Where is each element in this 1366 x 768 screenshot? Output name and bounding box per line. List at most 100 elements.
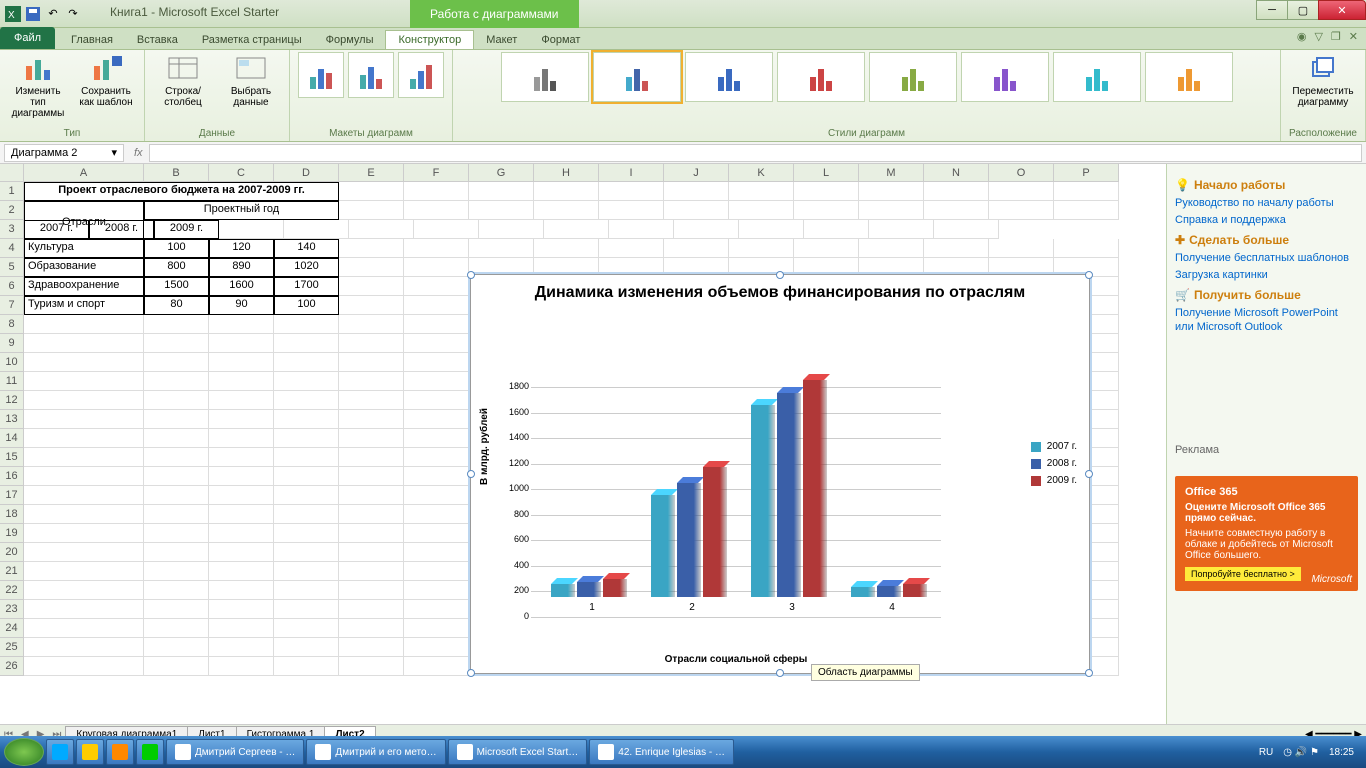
row-header[interactable]: 6 — [0, 277, 23, 296]
cell[interactable] — [339, 353, 404, 372]
row-header[interactable]: 2 — [0, 201, 23, 220]
cell[interactable] — [274, 391, 339, 410]
row-header[interactable]: 20 — [0, 543, 23, 562]
column-header[interactable]: M — [859, 164, 924, 181]
cell[interactable]: 1600 — [209, 277, 274, 296]
cell[interactable] — [404, 353, 469, 372]
row-header[interactable]: 22 — [0, 581, 23, 600]
tab-formulas[interactable]: Формулы — [314, 31, 386, 49]
cell[interactable] — [339, 372, 404, 391]
switch-row-col-button[interactable]: Строка/столбец — [153, 52, 213, 108]
cell[interactable] — [144, 448, 209, 467]
tab-design[interactable]: Конструктор — [385, 30, 474, 49]
row-header[interactable]: 3 — [0, 220, 23, 239]
cell[interactable] — [414, 220, 479, 239]
layout-option[interactable] — [298, 52, 344, 98]
side-link[interactable]: Справка и поддержка — [1175, 213, 1358, 227]
cell[interactable] — [404, 448, 469, 467]
cell[interactable] — [209, 372, 274, 391]
cell[interactable] — [24, 600, 144, 619]
cell[interactable] — [339, 600, 404, 619]
cell[interactable] — [609, 220, 674, 239]
cell[interactable] — [404, 201, 469, 220]
cell[interactable]: 80 — [144, 296, 209, 315]
cell[interactable] — [339, 429, 404, 448]
cell[interactable]: 140 — [274, 239, 339, 258]
cell[interactable] — [144, 543, 209, 562]
column-header[interactable]: B — [144, 164, 209, 181]
column-header[interactable]: E — [339, 164, 404, 181]
taskbar-pinned[interactable] — [76, 739, 104, 765]
cell[interactable] — [24, 543, 144, 562]
legend-item[interactable]: 2007 г. — [1031, 441, 1077, 452]
cell[interactable] — [534, 201, 599, 220]
cell[interactable] — [274, 353, 339, 372]
taskbar-item[interactable]: Дмитрий Сергеев - … — [166, 739, 304, 765]
close-workbook-icon[interactable]: ✕ — [1349, 30, 1358, 43]
bar[interactable] — [677, 477, 701, 597]
cell[interactable] — [24, 448, 144, 467]
cell[interactable] — [404, 315, 469, 334]
cell[interactable] — [339, 524, 404, 543]
cell[interactable] — [274, 467, 339, 486]
cell[interactable] — [284, 220, 349, 239]
cell[interactable] — [274, 429, 339, 448]
cell[interactable] — [729, 239, 794, 258]
taskbar-item[interactable]: 42. Enrique Iglesias - … — [589, 739, 734, 765]
cell[interactable] — [404, 562, 469, 581]
cell[interactable] — [599, 201, 664, 220]
cell[interactable] — [404, 391, 469, 410]
column-header[interactable]: J — [664, 164, 729, 181]
cell[interactable] — [144, 505, 209, 524]
cell[interactable] — [404, 296, 469, 315]
column-header[interactable]: H — [534, 164, 599, 181]
style-option[interactable] — [961, 52, 1049, 102]
cell[interactable] — [339, 505, 404, 524]
bar[interactable] — [577, 576, 601, 597]
cell[interactable] — [209, 410, 274, 429]
row-header[interactable]: 13 — [0, 410, 23, 429]
cell[interactable] — [209, 467, 274, 486]
cell[interactable] — [404, 581, 469, 600]
taskbar-item[interactable]: Microsoft Excel Start… — [448, 739, 588, 765]
tab-layout[interactable]: Макет — [474, 31, 529, 49]
tray-clock[interactable]: 18:25 — [1329, 747, 1354, 758]
column-header[interactable]: A — [24, 164, 144, 181]
cell[interactable] — [274, 619, 339, 638]
bar[interactable] — [703, 461, 727, 597]
cell[interactable] — [209, 619, 274, 638]
bar[interactable] — [751, 399, 775, 597]
cell[interactable] — [664, 201, 729, 220]
cell[interactable] — [349, 220, 414, 239]
bar[interactable] — [651, 489, 675, 597]
layout-option[interactable] — [348, 52, 394, 98]
cell[interactable] — [339, 543, 404, 562]
cell[interactable] — [274, 657, 339, 676]
cell[interactable] — [209, 505, 274, 524]
cell[interactable] — [339, 581, 404, 600]
row-header[interactable]: 17 — [0, 486, 23, 505]
row-header[interactable]: 16 — [0, 467, 23, 486]
cell[interactable] — [24, 467, 144, 486]
row-header[interactable]: 21 — [0, 562, 23, 581]
cell[interactable] — [274, 638, 339, 657]
cell[interactable] — [24, 391, 144, 410]
bar[interactable] — [851, 581, 875, 597]
cell[interactable] — [804, 220, 869, 239]
cell[interactable] — [469, 182, 534, 201]
cell[interactable] — [274, 315, 339, 334]
cell[interactable] — [339, 277, 404, 296]
cell[interactable] — [404, 410, 469, 429]
column-header[interactable]: L — [794, 164, 859, 181]
cell[interactable] — [339, 410, 404, 429]
undo-icon[interactable]: ↶ — [44, 5, 62, 23]
select-data-button[interactable]: Выбрать данные — [221, 52, 281, 108]
cell[interactable] — [534, 239, 599, 258]
chart-layouts-gallery[interactable] — [298, 52, 444, 98]
cell[interactable] — [209, 391, 274, 410]
cell[interactable] — [404, 258, 469, 277]
cell[interactable] — [339, 467, 404, 486]
cell[interactable] — [794, 201, 859, 220]
cell[interactable]: 100 — [274, 296, 339, 315]
column-header[interactable]: K — [729, 164, 794, 181]
